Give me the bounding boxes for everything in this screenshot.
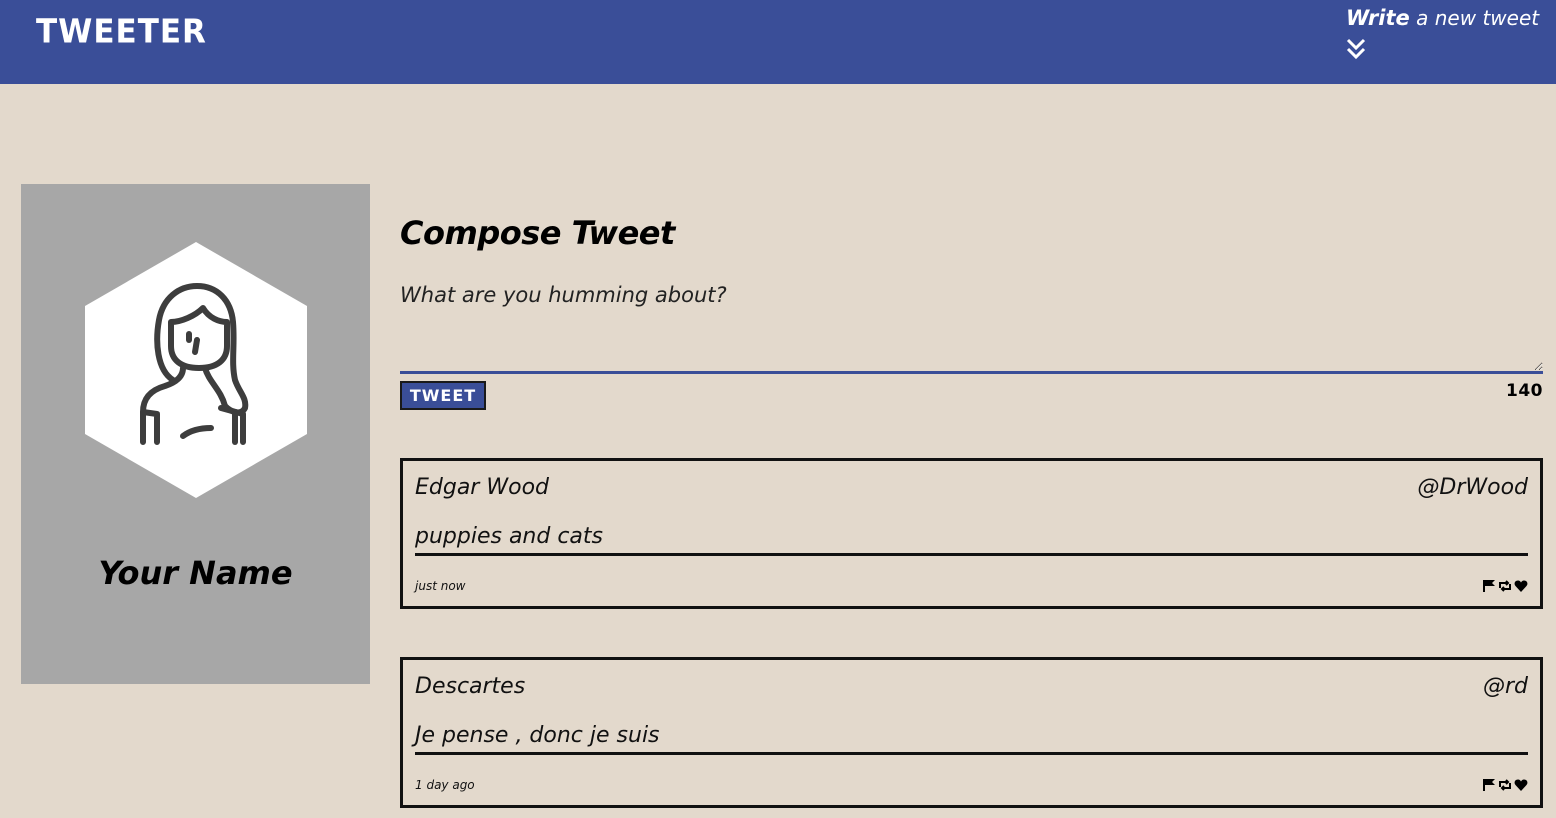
tweet-handle: @DrWood xyxy=(1417,475,1528,500)
tweet-timestamp: just now xyxy=(415,579,466,593)
tweet-handle: @rd xyxy=(1482,674,1528,699)
tweet-submit-button[interactable]: TWEET xyxy=(400,381,486,410)
retweet-icon[interactable] xyxy=(1498,777,1512,791)
retweet-icon[interactable] xyxy=(1498,578,1512,592)
tweet-text: Je pense , donc je suis xyxy=(415,723,1528,755)
heart-icon[interactable] xyxy=(1514,578,1528,592)
write-label-rest: a new tweet xyxy=(1409,6,1540,30)
heart-icon[interactable] xyxy=(1514,777,1528,791)
tweet-text: puppies and cats xyxy=(415,524,1528,556)
double-chevron-down-icon[interactable] xyxy=(1346,38,1366,60)
top-navbar: TWEETER Write a new tweet xyxy=(0,0,1556,84)
tweet-author: Descartes xyxy=(415,674,526,699)
compose-title: Compose Tweet xyxy=(400,214,675,252)
brand-logo[interactable]: TWEETER xyxy=(36,13,207,51)
tweet-actions xyxy=(1482,578,1528,592)
character-counter: 140 xyxy=(1506,381,1543,401)
tweet-timestamp: 1 day ago xyxy=(415,778,475,792)
flag-icon[interactable] xyxy=(1482,578,1496,592)
tweet-text-input[interactable] xyxy=(400,283,1543,374)
tweet-card: Descartes @rd Je pense , donc je suis 1 … xyxy=(400,657,1543,808)
write-new-tweet-toggle[interactable]: Write a new tweet xyxy=(1346,6,1546,62)
write-label-bold: Write xyxy=(1346,6,1410,30)
tweet-author: Edgar Wood xyxy=(415,475,549,500)
profile-card: Your Name xyxy=(21,184,370,684)
tweet-card: Edgar Wood @DrWood puppies and cats just… xyxy=(400,458,1543,609)
tweet-actions xyxy=(1482,777,1528,791)
flag-icon[interactable] xyxy=(1482,777,1496,791)
user-avatar-icon xyxy=(85,242,307,498)
write-new-tweet-label[interactable]: Write a new tweet xyxy=(1346,6,1546,30)
profile-name: Your Name xyxy=(98,554,293,592)
